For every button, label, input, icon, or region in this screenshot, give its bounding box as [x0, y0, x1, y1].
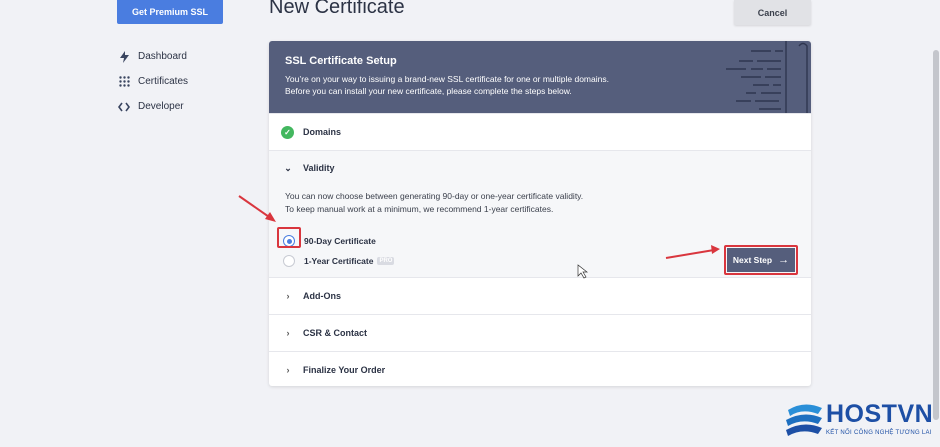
- hostvn-logo-icon: [786, 404, 822, 436]
- watermark-tagline: KẾT NỐI CÔNG NGHỆ TƯƠNG LAI: [826, 430, 932, 436]
- watermark-brand: HOSTVN: [826, 400, 934, 428]
- page-scrollbar[interactable]: [932, 0, 940, 447]
- mouse-cursor-icon: [577, 264, 589, 279]
- scrollbar-thumb[interactable]: [933, 50, 939, 420]
- annotation-arrows: [238, 195, 720, 279]
